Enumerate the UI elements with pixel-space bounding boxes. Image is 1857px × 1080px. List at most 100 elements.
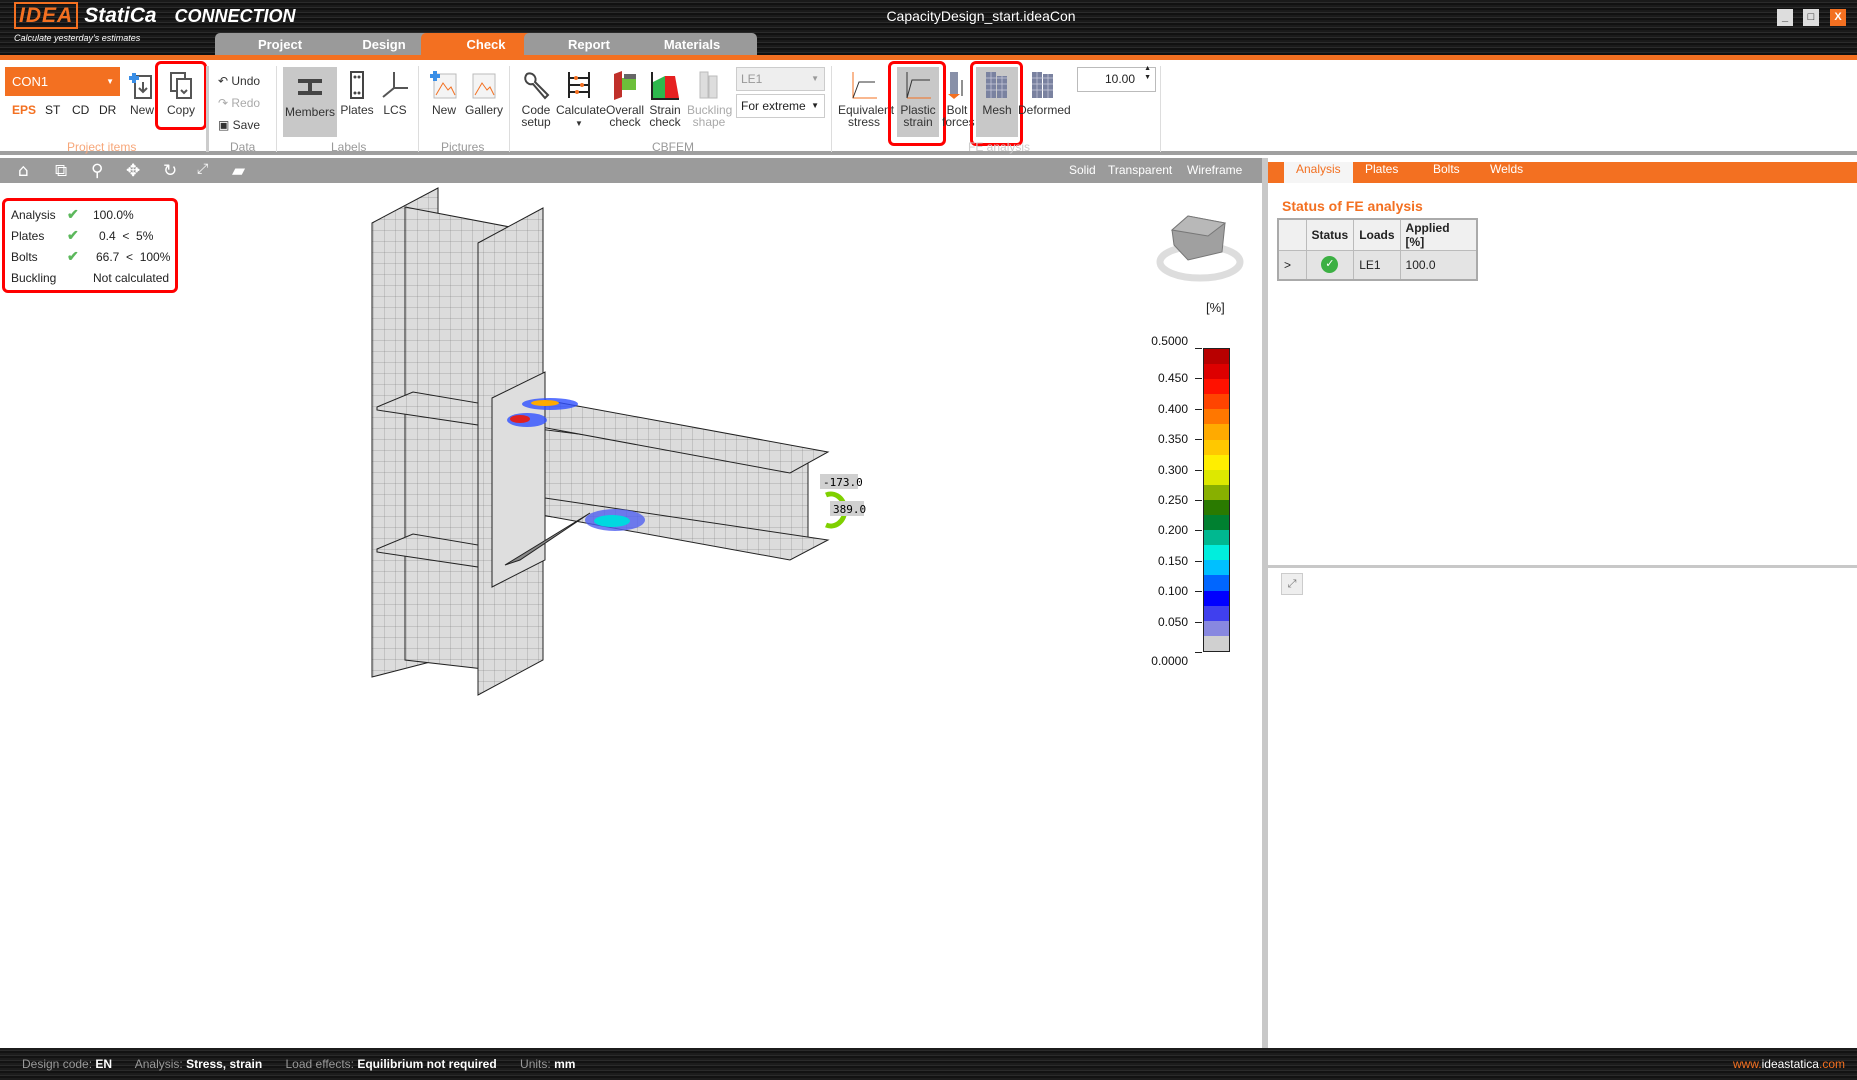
equivalent-stress-button[interactable]: Equivalent stress (838, 70, 894, 128)
bolt-forces-button[interactable]: Bolt forces (942, 70, 975, 128)
undo-button[interactable]: ↶ Undo (218, 75, 260, 87)
code-setup-button[interactable]: Code setup (518, 70, 554, 128)
solid-view-icon[interactable]: ▰ (232, 161, 245, 181)
force-label-2: 389.0 (833, 503, 866, 516)
strain-check-button[interactable]: Strain check (648, 70, 682, 128)
lcs-button[interactable]: LCS (378, 70, 412, 116)
project-item-select[interactable]: CON1 ▼ (5, 67, 120, 96)
chevron-down-icon: ▼ (811, 74, 819, 83)
gallery-button[interactable]: Gallery (464, 70, 504, 116)
new-picture-button[interactable]: New (428, 70, 460, 116)
check-icon: ✔ (67, 206, 79, 222)
extreme-select[interactable]: For extreme ▼ (736, 94, 825, 118)
legend-band (1204, 454, 1229, 470)
tab-bolts[interactable]: Bolts (1421, 162, 1472, 183)
rotate-icon[interactable]: ↻ (163, 161, 177, 181)
mode-dr[interactable]: DR (99, 103, 116, 117)
tagline: Calculate yesterday's estimates (14, 33, 141, 43)
view-mode-transparent[interactable]: Transparent (1108, 163, 1172, 177)
legend-color-bar (1203, 348, 1230, 652)
load-case-select[interactable]: LE1 ▼ (736, 67, 825, 91)
tab-welds[interactable]: Welds (1478, 162, 1535, 183)
minimize-button[interactable]: _ (1777, 9, 1793, 26)
chevron-down-icon: ▼ (106, 77, 114, 86)
strain-spot (531, 400, 559, 406)
tab-analysis[interactable]: Analysis (1284, 162, 1353, 183)
legend-band (1204, 409, 1229, 425)
legend-tick (1195, 469, 1202, 471)
maximize-button[interactable]: □ (1803, 9, 1819, 26)
legend-band (1204, 590, 1229, 606)
ribbon: CON1 ▼ EPS ST CD DR New Copy Project item… (0, 60, 1857, 155)
view-mode-solid[interactable]: Solid (1069, 163, 1096, 177)
tab-plates[interactable]: Plates (1353, 162, 1410, 183)
summary-row-buckling: Buckling Not calculated (11, 271, 170, 285)
expand-row-icon[interactable]: > (1277, 249, 1307, 281)
plate-icon (350, 71, 364, 99)
group-label-fe-analysis: FE analysis (968, 140, 1031, 154)
view-toolbar: ⌂ ⧉ ⚲ ✥ ↻ ⤢ ▰ Solid Transparent Wirefram… (0, 158, 1262, 183)
plates-button[interactable]: Plates (340, 70, 374, 116)
copy-highlight (155, 61, 207, 130)
zoom-window-icon[interactable]: ⧉ (55, 161, 67, 181)
legend-band (1204, 605, 1229, 621)
separator (509, 66, 510, 152)
members-button[interactable]: Members (283, 67, 337, 137)
home-icon[interactable]: ⌂ (18, 161, 29, 181)
legend-band (1204, 469, 1229, 485)
legend-unit: [%] (1206, 300, 1225, 315)
calculate-button[interactable]: Calculate ▼ (556, 70, 606, 130)
tab-materials[interactable]: Materials (627, 33, 757, 57)
redo-button[interactable]: ↷ Redo (218, 97, 260, 109)
gallery-icon (472, 73, 496, 99)
buckling-icon (699, 71, 718, 99)
legend-band (1204, 560, 1229, 576)
right-panel: Analysis Plates Bolts Welds Status of FE… (1268, 158, 1857, 1048)
close-button[interactable]: X (1830, 9, 1846, 26)
legend-band (1204, 545, 1229, 561)
connection-model[interactable]: -173.0 389.0 (0, 183, 1262, 1048)
view-cube[interactable] (1156, 215, 1244, 282)
legend-tick (1195, 652, 1202, 653)
strain-spot (510, 415, 530, 423)
spinner-arrows-icon[interactable]: ▲ ▼ (1144, 64, 1151, 82)
window-title: CapacityDesign_start.ideaCon (886, 8, 1076, 24)
mode-st[interactable]: ST (45, 103, 60, 117)
pane-splitter[interactable] (1268, 565, 1857, 568)
table-row[interactable]: > ✓ LE1 100.0 (1277, 249, 1478, 281)
deformation-scale-spinner[interactable]: 10.00 ▲ ▼ (1077, 64, 1156, 92)
mode-eps[interactable]: EPS (12, 103, 36, 117)
deformed-button[interactable]: Deformed (1018, 70, 1071, 116)
view-mode-wireframe[interactable]: Wireframe (1187, 163, 1242, 177)
legend-tick-label: 0.0000 (1151, 654, 1188, 668)
3d-viewport[interactable]: -173.0 389.0 (0, 183, 1262, 1048)
status-bar: Design code: EN Analysis: Stress, strain… (0, 1048, 1857, 1080)
zoom-icon[interactable]: ⚲ (91, 161, 103, 181)
mode-cd[interactable]: CD (72, 103, 89, 117)
legend-tick-label: 0.5000 (1151, 334, 1188, 348)
legend-tick (1195, 439, 1202, 441)
group-label-data: Data (230, 140, 256, 154)
fe-status-table: Status Loads Applied [%] > ✓ LE1 100.0 (1277, 218, 1479, 281)
separator (831, 66, 832, 152)
overall-check-button[interactable]: Overall check (605, 70, 645, 128)
mesh-highlight (970, 61, 1023, 146)
pan-icon[interactable]: ✥ (126, 161, 140, 181)
fullscreen-icon[interactable]: ⤢ (1281, 573, 1303, 595)
buckling-shape-button[interactable]: Buckling shape (687, 70, 732, 128)
legend-tick-label: 0.350 (1157, 432, 1188, 447)
legend-band (1204, 575, 1229, 591)
legend-band (1204, 439, 1229, 455)
legend-band (1204, 484, 1229, 500)
legend-band (1204, 635, 1229, 651)
new-item-button[interactable]: New (127, 70, 157, 116)
new-item-icon (129, 73, 152, 99)
check-summary: Analysis ✔ 100.0% Plates ✔ 0.4 < 5% Bolts ✔ 66… (2, 198, 178, 293)
force-label-1: -173.0 (823, 476, 863, 489)
legend-tick-label: 0.150 (1157, 553, 1188, 568)
website-link[interactable]: www.ideastatica.com (1733, 1048, 1845, 1080)
save-button[interactable]: ▣ Save (218, 119, 260, 131)
summary-row-analysis: Analysis ✔ 100.0% (11, 206, 134, 222)
fit-icon[interactable]: ⤢ (197, 161, 208, 177)
stress-graph-icon (852, 72, 877, 99)
